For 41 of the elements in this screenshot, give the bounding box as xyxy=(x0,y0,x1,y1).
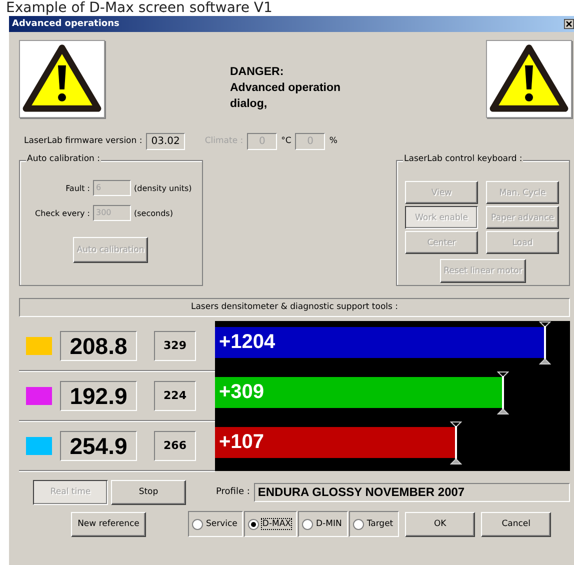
group-title: Auto calibration : xyxy=(26,154,101,164)
mode-radio[interactable]: D-MIN xyxy=(298,511,348,537)
close-icon[interactable] xyxy=(564,18,574,30)
temperature-unit: °C xyxy=(281,136,292,146)
group-title: LaserLab control keyboard : xyxy=(403,154,524,164)
firmware-label: LaserLab firmware version : xyxy=(24,136,142,146)
section-header: Lasers densitometer & diagnostic support tools : xyxy=(19,298,570,317)
radio-button[interactable] xyxy=(302,518,314,530)
warning-icon xyxy=(19,40,105,118)
unit-label: (seconds) xyxy=(134,208,173,218)
page-caption: Example of D-Max screen software V1 xyxy=(5,0,274,16)
density-value: 192.9 xyxy=(60,380,137,410)
count-value: 266 xyxy=(154,430,196,460)
density-value: 208.8 xyxy=(60,330,137,360)
dialog-button[interactable]: OK xyxy=(405,512,476,536)
mode-radio[interactable]: D-MAX xyxy=(244,511,298,537)
marker-icon xyxy=(450,421,462,465)
mode-radio[interactable]: Service xyxy=(188,511,244,537)
humidity-unit: % xyxy=(329,136,338,146)
count-value: 224 xyxy=(154,380,196,410)
marker-icon xyxy=(539,321,552,365)
marker-icon xyxy=(496,371,509,415)
danger-text: DANGER: xyxy=(230,65,285,80)
profile-field: ENDURA GLOSSY NOVEMBER 2007 xyxy=(254,482,570,502)
window-title: Advanced operations xyxy=(12,19,120,29)
count-value: 329 xyxy=(154,330,196,360)
radio-button[interactable] xyxy=(192,518,203,530)
unit-label: (density units) xyxy=(134,184,192,192)
profile-label: Profile : xyxy=(216,487,250,497)
field-label: Check every : xyxy=(34,208,90,218)
danger-text: dialog, xyxy=(230,97,268,112)
action-button[interactable]: Stop xyxy=(111,480,186,504)
mode-radio[interactable]: Target xyxy=(348,511,400,537)
field-label: Fault : xyxy=(64,184,90,192)
danger-text: Advanced operation xyxy=(230,81,342,96)
dialog-button[interactable]: Cancel xyxy=(481,512,552,536)
firmware-version: 03.02 xyxy=(146,132,185,150)
radio-button[interactable] xyxy=(248,518,260,530)
radio-button[interactable] xyxy=(352,518,364,530)
density-value: 254.9 xyxy=(60,430,137,460)
new-reference-button[interactable]: New reference xyxy=(71,512,146,536)
